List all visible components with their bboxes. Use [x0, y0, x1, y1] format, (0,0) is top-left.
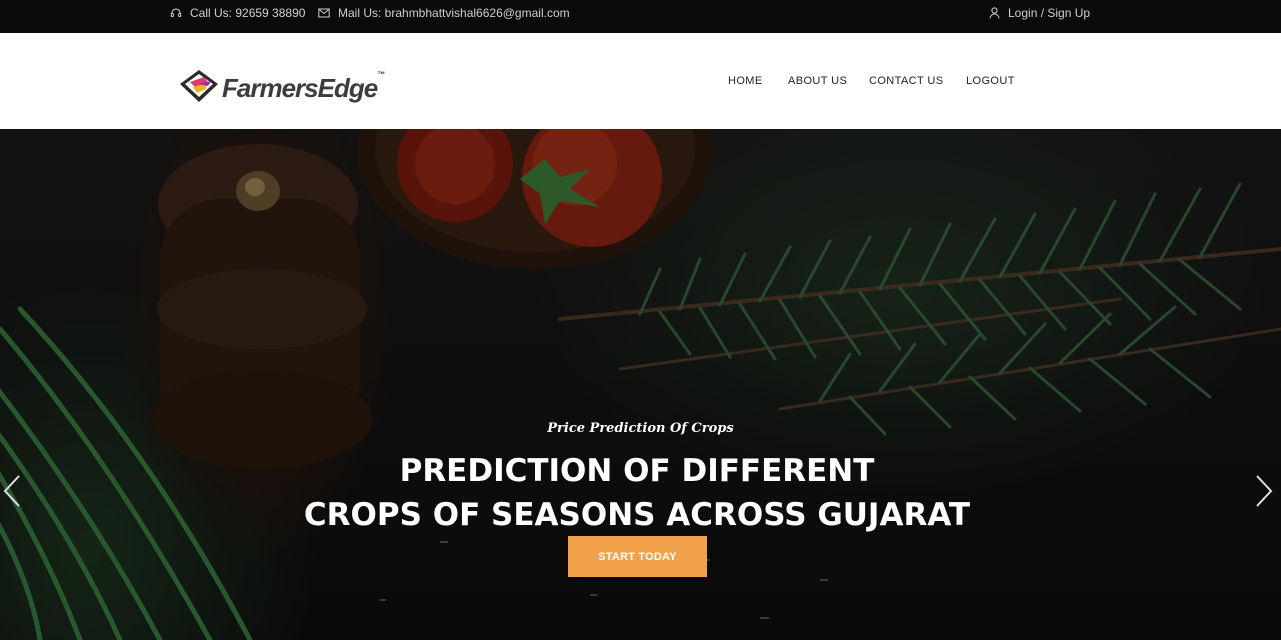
slider-prev-arrow[interactable]	[2, 474, 22, 513]
top-bar: Call Us: 92659 38890 Mail Us: brahmbhatt…	[0, 0, 1281, 33]
start-today-button[interactable]: START TODAY	[568, 536, 707, 577]
hero-subtitle: Price Prediction Of Crops	[547, 421, 734, 436]
chevron-right-icon	[1254, 475, 1274, 512]
hero-title-line-1: PREDICTION OF DIFFERENT	[399, 453, 875, 489]
nav-logout[interactable]: LOGOUT	[966, 75, 1015, 87]
logo-emblem-icon	[178, 68, 220, 109]
nav-contact-us[interactable]: CONTACT US	[869, 75, 944, 87]
slider-next-arrow[interactable]	[1254, 474, 1274, 513]
phone-text: Call Us: 92659 38890	[190, 5, 306, 20]
site-header: FarmersEdge ™ HOME ABOUT US CONTACT US L…	[0, 33, 1281, 129]
site-logo[interactable]: FarmersEdge ™	[178, 68, 385, 109]
contact-phone[interactable]: Call Us: 92659 38890	[170, 0, 305, 25]
headset-icon	[170, 7, 182, 19]
contact-mail[interactable]: Mail Us: brahmbhattvishal6626@gmail.com	[318, 0, 570, 25]
user-icon	[989, 6, 1000, 19]
mail-text: Mail Us: brahmbhattvishal6626@gmail.com	[338, 5, 570, 20]
mail-icon	[318, 8, 330, 18]
login-text: Login / Sign Up	[1008, 5, 1091, 20]
chevron-left-icon	[2, 475, 22, 512]
nav-about-us[interactable]: ABOUT US	[788, 75, 847, 87]
nav-home[interactable]: HOME	[728, 75, 763, 87]
hero-title-line-2: CROPS OF SEASONS ACROSS GUJARAT	[303, 497, 971, 533]
hero-slider: Price Prediction Of Crops PREDICTION OF …	[0, 129, 1281, 640]
login-signup-link[interactable]: Login / Sign Up	[989, 0, 1090, 25]
logo-trademark: ™	[377, 70, 386, 79]
hero-title: PREDICTION OF DIFFERENT CROPS OF SEASONS…	[0, 449, 1274, 537]
logo-text: FarmersEdge	[222, 73, 378, 103]
